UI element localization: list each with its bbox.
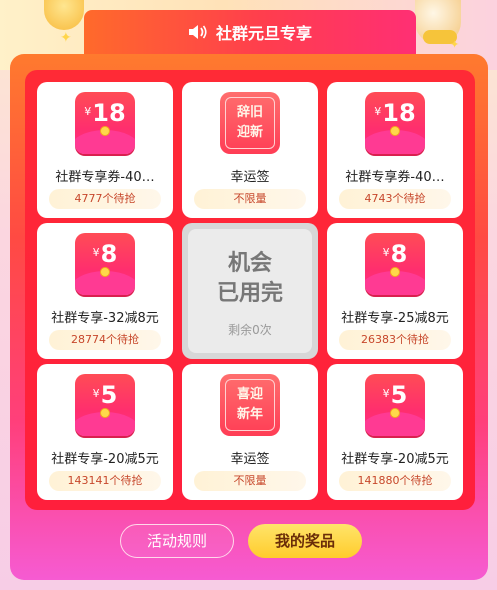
fortune-card-icon: 喜迎 新年 bbox=[220, 374, 280, 436]
remaining-count-badge: 143141个待抢 bbox=[49, 471, 161, 491]
red-packet-icon: ¥5 bbox=[365, 374, 425, 436]
lottery-grid: ¥18 社群专享券-40… 4777个待抢 辞旧 迎新 幸运签 不限量 ¥18 社… bbox=[25, 70, 475, 510]
page-header: 社群元旦专享 bbox=[84, 10, 416, 54]
coupon-amount: 5 bbox=[390, 381, 408, 409]
remaining-count-badge: 141880个待抢 bbox=[339, 471, 451, 491]
prize-tile-fortune[interactable]: 辞旧 迎新 幸运签 不限量 bbox=[182, 82, 318, 218]
coupon-amount: 8 bbox=[100, 240, 118, 268]
remaining-count-badge: 28774个待抢 bbox=[49, 330, 161, 350]
draw-status-line1: 机会 bbox=[227, 251, 272, 276]
red-packet-icon: ¥18 bbox=[75, 92, 135, 154]
prize-label: 社群专享-20减5元 bbox=[341, 452, 449, 467]
prize-label: 社群专享券-40… bbox=[345, 170, 445, 185]
prize-tile-coupon-8[interactable]: ¥8 社群专享-25减8元 26383个待抢 bbox=[327, 223, 463, 359]
coupon-amount: 18 bbox=[382, 99, 416, 127]
remaining-count-badge: 26383个待抢 bbox=[339, 330, 451, 350]
coupon-amount: 5 bbox=[100, 381, 118, 409]
draw-status-line2: 已用完 bbox=[216, 281, 283, 306]
coupon-amount: 8 bbox=[390, 240, 408, 268]
draw-button-used-up[interactable]: 机会已用完 剩余0次 bbox=[182, 223, 318, 359]
activity-rules-button[interactable]: 活动规则 bbox=[120, 524, 234, 558]
red-packet-icon: ¥5 bbox=[75, 374, 135, 436]
remaining-count-badge: 4777个待抢 bbox=[49, 189, 161, 209]
prize-tile-coupon-18[interactable]: ¥18 社群专享券-40… 4777个待抢 bbox=[37, 82, 173, 218]
prize-label: 社群专享-32减8元 bbox=[51, 311, 159, 326]
red-packet-icon: ¥8 bbox=[365, 233, 425, 295]
my-prizes-button[interactable]: 我的奖品 bbox=[248, 524, 362, 558]
prize-label: 社群专享-25减8元 bbox=[341, 311, 449, 326]
sparkle-icon: ✦ bbox=[450, 38, 460, 51]
fortune-card-icon: 辞旧 迎新 bbox=[220, 92, 280, 154]
red-packet-icon: ¥18 bbox=[365, 92, 425, 154]
prize-label: 幸运签 bbox=[230, 170, 270, 185]
prize-tile-coupon-8[interactable]: ¥8 社群专享-32减8元 28774个待抢 bbox=[37, 223, 173, 359]
prize-label: 幸运签 bbox=[230, 452, 270, 467]
remaining-chances: 剩余0次 bbox=[228, 323, 272, 337]
prize-label: 社群专享券-40… bbox=[55, 170, 155, 185]
prize-label: 社群专享-20减5元 bbox=[51, 452, 159, 467]
prize-tile-fortune[interactable]: 喜迎 新年 幸运签 不限量 bbox=[182, 364, 318, 500]
prize-tile-coupon-5[interactable]: ¥5 社群专享-20减5元 141880个待抢 bbox=[327, 364, 463, 500]
sparkle-icon: ✦ bbox=[60, 30, 72, 46]
header-title: 社群元旦专享 bbox=[215, 24, 312, 43]
prize-tile-coupon-5[interactable]: ¥5 社群专享-20减5元 143141个待抢 bbox=[37, 364, 173, 500]
remaining-count-badge: 不限量 bbox=[194, 471, 306, 491]
red-packet-icon: ¥8 bbox=[75, 233, 135, 295]
remaining-count-badge: 不限量 bbox=[194, 189, 306, 209]
remaining-count-badge: 4743个待抢 bbox=[339, 189, 451, 209]
coupon-amount: 18 bbox=[92, 99, 126, 127]
prize-tile-coupon-18[interactable]: ¥18 社群专享券-40… 4743个待抢 bbox=[327, 82, 463, 218]
speaker-icon bbox=[188, 23, 208, 41]
